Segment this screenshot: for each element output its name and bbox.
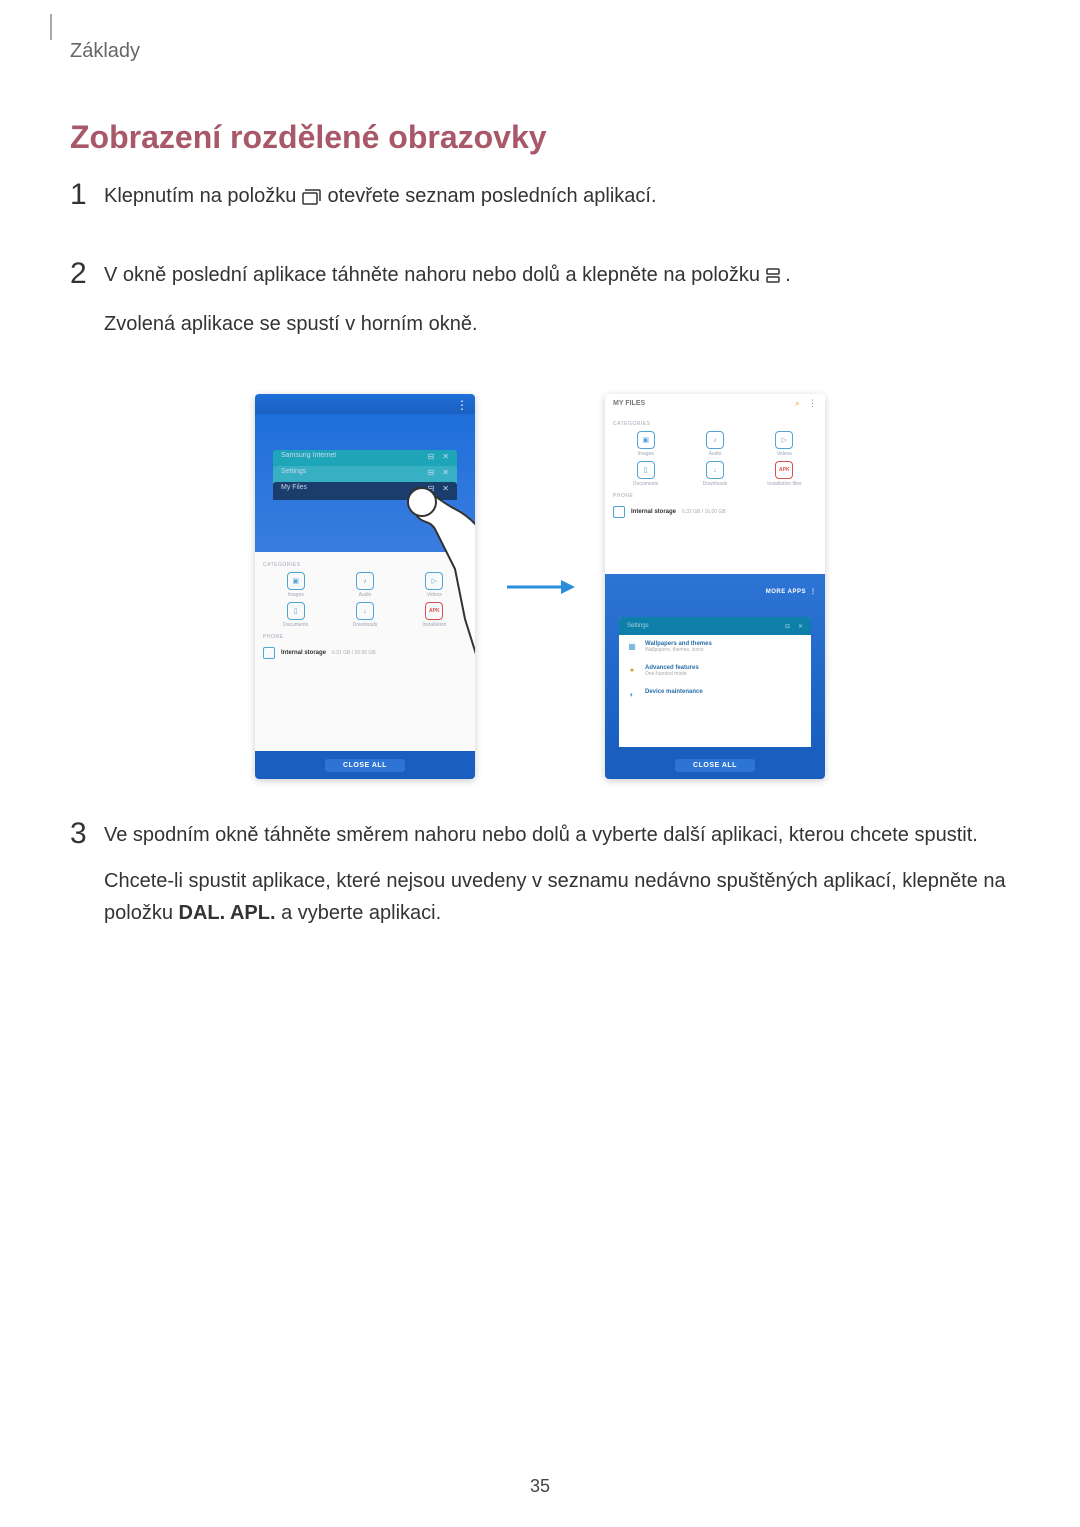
step-1: 1 Klepnutím na položku otevřete seznam p… [70,180,1010,229]
page-number: 35 [0,1476,1080,1497]
videos-label: Videos [777,451,792,457]
step1-part2: otevřete seznam posledních aplikací. [327,185,656,207]
images-icon: ▣ [287,572,305,590]
recent-card-icons: ⊟ ✕ [428,452,449,461]
documents-icon[interactable]: ▯ [637,461,655,479]
apk-icon[interactable]: APK [775,461,793,479]
storage-icon [263,647,275,659]
recent-card-icons: ⊟ ✕ [428,468,449,477]
downloads-icon: ↓ [356,602,374,620]
internal-storage-label: Internal storage [631,509,676,515]
close-all-button[interactable]: CLOSE ALL [325,759,405,772]
recent-card-icons: ⊟ ✕ [428,484,449,493]
close-all-button[interactable]: CLOSE ALL [675,759,755,772]
step-3: 3 Ve spodním okně táhněte směrem nahoru … [70,819,1010,943]
documents-icon: ▯ [287,602,305,620]
categories-label: CATEGORIES [613,421,817,427]
myfiles-title: MY FILES [613,400,645,407]
recent-card-label: Samsung Internet [281,452,336,459]
audio-icon: ♪ [356,572,374,590]
videos-icon: ▷ [425,572,443,590]
audio-label: Audio [709,451,722,457]
close-icon[interactable]: ✕ [798,623,803,630]
phone-right: MY FILES ⌕ ⋮ CATEGORIES ▣ Images ♪ Audio ▷… [605,394,825,779]
close-icon: ✕ [442,468,449,477]
apk-icon: APK [425,602,443,620]
menu-dots-icon[interactable]: ⋮ [808,398,817,409]
split-icon: ⊟ [428,468,435,477]
close-icon: ✕ [442,484,449,493]
downloads-label: Downloads [703,481,728,487]
audio-icon[interactable]: ♪ [706,431,724,449]
more-apps-label[interactable]: MORE APPS⋮ [605,584,825,599]
split-icon: ⊟ [428,452,435,461]
recent-card-label: My Files [281,484,307,491]
arrow-icon [505,578,575,596]
split-screen-icon [766,262,780,294]
settings-card-label: Settings [627,623,649,629]
step2-part2: . [785,264,791,286]
documents-label: Documents [633,481,658,487]
step1-text: Klepnutím na položku otevřete seznam pos… [104,180,1010,215]
split-icon[interactable]: ⊟ [785,623,790,630]
settings-item-sub: Wallpapers, themes, icons [645,647,712,653]
internal-storage-sub: 6.31 GB / 16.00 GB [332,650,376,656]
step3-line2: Chcete-li spustit aplikace, které nejsou… [104,865,1010,929]
videos-icon[interactable]: ▷ [775,431,793,449]
audio-label: Audio [359,592,372,598]
images-label: Images [287,592,303,598]
recent-card-label: Settings [281,468,306,475]
settings-item-title: Device maintenance [645,689,703,695]
images-label: Images [637,451,653,457]
step3-line2-strong: DAL. APL. [179,902,276,924]
step2-part1: V okně poslední aplikace táhněte nahoru … [104,264,766,286]
maintenance-icon: ◐ [627,689,637,699]
section-title: Zobrazení rozdělené obrazovky [70,119,1010,156]
phone-section-label: PHONE [613,493,817,499]
step2-line1: V okně poslední aplikace táhněte nahoru … [104,259,1010,294]
step-number: 2 [70,259,104,354]
downloads-icon[interactable]: ↓ [706,461,724,479]
internal-storage-sub: 6.32 GB / 16.00 GB [682,509,726,515]
images-icon[interactable]: ▣ [637,431,655,449]
close-icon: ✕ [442,452,449,461]
install-label: Installation [422,622,446,628]
figure-row: ⋮ Samsung Internet ⊟ ✕ Settings ⊟ ✕ My F… [70,394,1010,779]
step1-part1: Klepnutím na položku [104,185,302,207]
step-2: 2 V okně poslední aplikace táhněte nahor… [70,259,1010,354]
phone-section-label: PHONE [263,634,467,640]
split-icon: ⊟ [428,484,435,493]
downloads-label: Downloads [353,622,378,628]
menu-dots-icon: ⋮ [456,398,467,412]
menu-dots-icon: ⋮ [810,588,815,595]
step-number: 1 [70,180,104,229]
step3-line2b: a vyberte aplikaci. [281,902,441,924]
documents-label: Documents [283,622,308,628]
categories-label: CATEGORIES [263,562,467,568]
breadcrumb: Základy [70,40,1010,63]
advanced-icon: ✦ [627,665,637,675]
search-icon[interactable]: ⌕ [795,398,800,409]
wallpaper-icon: ▦ [627,641,637,651]
settings-item-sub: One-handed mode [645,671,699,677]
step2-line2: Zvolená aplikace se spustí v horním okně… [104,308,1010,340]
recents-icon [302,183,322,215]
storage-icon [613,506,625,518]
internal-storage-label: Internal storage [281,650,326,656]
phone-left: ⋮ Samsung Internet ⊟ ✕ Settings ⊟ ✕ My F… [255,394,475,779]
step-number: 3 [70,819,104,943]
videos-label: Videos [427,592,442,598]
header-rule [50,14,52,40]
install-label: Installation files [767,481,801,487]
step3-line1: Ve spodním okně táhněte směrem nahoru ne… [104,819,1010,851]
